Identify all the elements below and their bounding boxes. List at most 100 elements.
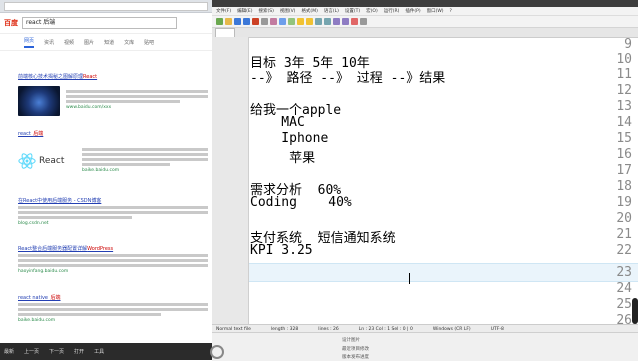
taskbar-item[interactable]: 版本发布进度 bbox=[342, 355, 369, 360]
menu-macro[interactable]: 宏(O) bbox=[366, 8, 378, 14]
line-number: 18 bbox=[616, 179, 632, 194]
result-url[interactable]: haoyinfang.baidu.com bbox=[18, 269, 208, 274]
line-number: 14 bbox=[616, 115, 632, 130]
tab-video[interactable]: 视频 bbox=[64, 39, 74, 46]
paste-icon[interactable] bbox=[288, 18, 295, 25]
bottom-item[interactable]: 打开 bbox=[74, 348, 84, 355]
save-icon[interactable] bbox=[234, 18, 241, 25]
tab-tieba[interactable]: 贴吧 bbox=[144, 39, 154, 46]
tab-zhidao[interactable]: 知道 bbox=[104, 39, 114, 46]
menu-bar: 文件(F) 编辑(E) 搜索(S) 视图(V) 格式(M) 语言(L) 设置(T… bbox=[212, 7, 638, 16]
save-all-icon[interactable] bbox=[243, 18, 250, 25]
result-title[interactable]: react native_后端 bbox=[18, 294, 208, 301]
result-title[interactable]: react_后端 bbox=[18, 130, 208, 137]
browser-address-bar bbox=[0, 0, 212, 13]
result-title[interactable]: 前端核心技术揭秘之图解原理React bbox=[18, 73, 208, 80]
result-url[interactable]: www.baidu.com/xxx bbox=[66, 105, 208, 110]
search-tabs: 网页 资讯 视频 图片 知道 文库 贴吧 bbox=[0, 34, 212, 51]
menu-view[interactable]: 视图(V) bbox=[280, 8, 296, 14]
menu-edit[interactable]: 编辑(E) bbox=[237, 8, 252, 14]
line-number: 17 bbox=[616, 163, 632, 178]
close-icon[interactable] bbox=[252, 18, 259, 25]
status-encoding: UTF-8 bbox=[490, 326, 504, 332]
file-tab[interactable] bbox=[215, 28, 235, 37]
status-lines: lines : 26 bbox=[318, 326, 339, 332]
search-result: 在React中使用后端服务 - CSDN博客 blog.csdn.net bbox=[18, 197, 208, 226]
title-bar bbox=[212, 0, 638, 7]
bottom-item[interactable]: 下一页 bbox=[49, 348, 64, 355]
result-snippet: www.baidu.com/xxx bbox=[66, 88, 208, 110]
react-atom-icon bbox=[18, 153, 36, 169]
tab-news[interactable]: 资讯 bbox=[44, 39, 54, 46]
result-url[interactable]: baike.baidu.com bbox=[82, 168, 208, 173]
code-line: 苹果 bbox=[250, 151, 316, 166]
tab-images[interactable]: 图片 bbox=[84, 39, 94, 46]
menu-run[interactable]: 运行(R) bbox=[384, 8, 400, 14]
new-file-icon[interactable] bbox=[216, 18, 223, 25]
result-title[interactable]: 在React中使用后端服务 - CSDN博客 bbox=[18, 197, 208, 204]
url-field[interactable] bbox=[4, 1, 208, 11]
search-input[interactable]: react 后端 bbox=[22, 17, 177, 29]
record-macro-icon[interactable] bbox=[351, 18, 358, 25]
redo-icon[interactable] bbox=[306, 18, 313, 25]
menu-file[interactable]: 文件(F) bbox=[216, 8, 231, 14]
taskbar-item[interactable]: 设计图片 bbox=[342, 338, 360, 343]
line-number: 24 bbox=[616, 281, 632, 296]
replace-icon[interactable] bbox=[324, 18, 331, 25]
line-number: 11 bbox=[616, 67, 632, 82]
find-icon[interactable] bbox=[315, 18, 322, 25]
menu-plugins[interactable]: 插件(P) bbox=[405, 8, 420, 14]
tab-wenku[interactable]: 文库 bbox=[124, 39, 134, 46]
menu-help[interactable]: ? bbox=[450, 9, 452, 14]
taskbar: 设计图片 最近项目修改 版本发布进度 bbox=[212, 332, 638, 361]
result-title[interactable]: React整合后端服务器配置详解WordPress bbox=[18, 245, 208, 252]
code-line: Coding 40% bbox=[250, 195, 352, 210]
mouse-cursor-icon bbox=[210, 345, 224, 359]
taskbar-item[interactable]: 最近项目修改 bbox=[342, 347, 369, 352]
menu-window[interactable]: 窗口(W) bbox=[427, 8, 444, 14]
search-result: 前端核心技术揭秘之图解原理React bbox=[18, 73, 208, 80]
scrollbar-thumb[interactable] bbox=[632, 298, 638, 324]
taskbar-row: 版本发布进度 bbox=[342, 353, 542, 362]
result-url[interactable]: blog.csdn.net bbox=[18, 221, 208, 226]
result-thumbnail[interactable] bbox=[18, 86, 60, 116]
line-number: 22 bbox=[616, 243, 632, 258]
zoom-out-icon[interactable] bbox=[342, 18, 349, 25]
code-area[interactable]: 9 10 11 12 13 14 15 16 17 18 19 20 21 22… bbox=[212, 37, 638, 324]
search-logo[interactable]: 百度 bbox=[4, 18, 18, 28]
bottom-item[interactable]: 最新 bbox=[4, 348, 14, 355]
menu-format[interactable]: 格式(M) bbox=[301, 8, 317, 14]
open-file-icon[interactable] bbox=[225, 18, 232, 25]
tab-web[interactable]: 网页 bbox=[24, 37, 35, 48]
line-number: 19 bbox=[616, 195, 632, 210]
text-editor: 文件(F) 编辑(E) 搜索(S) 视图(V) 格式(M) 语言(L) 设置(T… bbox=[212, 7, 638, 333]
bottom-item[interactable]: 上一页 bbox=[24, 348, 39, 355]
text-caret bbox=[409, 273, 410, 284]
line-number: 25 bbox=[616, 297, 632, 312]
menu-search[interactable]: 搜索(S) bbox=[258, 8, 273, 14]
menu-language[interactable]: 语言(L) bbox=[324, 8, 339, 14]
react-logo[interactable]: React bbox=[18, 152, 64, 170]
line-number: 9 bbox=[624, 37, 632, 52]
search-row: 百度 react 后端 bbox=[0, 13, 212, 34]
status-length: length : 328 bbox=[270, 326, 299, 332]
line-number: 16 bbox=[616, 147, 632, 162]
code-line: KPI 3.25 bbox=[250, 243, 313, 258]
line-number: 26 bbox=[616, 313, 632, 324]
result-url[interactable]: baike.baidu.com bbox=[18, 318, 208, 323]
code-line: --》 路径 --》 过程 --》结果 bbox=[250, 71, 446, 86]
bottom-item[interactable]: 工具 bbox=[94, 348, 104, 355]
print-icon[interactable] bbox=[261, 18, 268, 25]
undo-icon[interactable] bbox=[297, 18, 304, 25]
play-macro-icon[interactable] bbox=[360, 18, 367, 25]
search-result: react native_后端 baike.baidu.com bbox=[18, 294, 208, 323]
cut-icon[interactable] bbox=[270, 18, 277, 25]
copy-icon[interactable] bbox=[279, 18, 286, 25]
zoom-in-icon[interactable] bbox=[333, 18, 340, 25]
code-line: Iphone bbox=[250, 131, 329, 146]
search-result: react_后端 bbox=[18, 130, 208, 137]
status-position: Ln : 23 Col : 1 Sel : 0 | 0 bbox=[358, 326, 413, 332]
status-eol: Windows (CR LF) bbox=[432, 326, 471, 332]
menu-settings[interactable]: 设置(T) bbox=[345, 8, 360, 14]
browser-bottom-bar: 最新 上一页 下一页 打开 工具 bbox=[0, 343, 212, 360]
